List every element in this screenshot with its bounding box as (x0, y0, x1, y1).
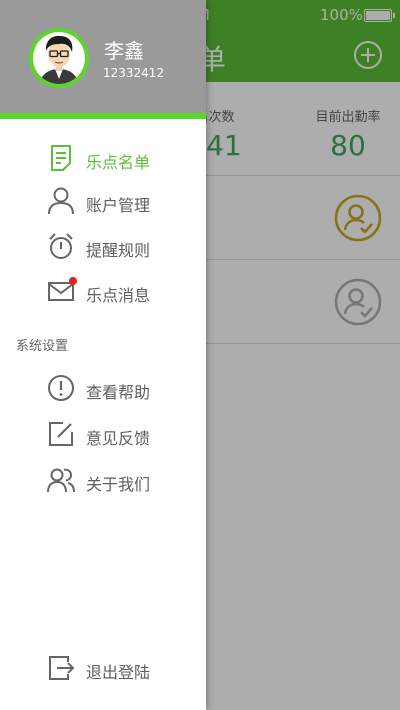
unread-badge (69, 277, 77, 285)
menu-item-label: 提醒规则 (86, 241, 151, 260)
edit-icon (49, 422, 73, 446)
info-circle-icon (48, 375, 74, 401)
logout-icon (49, 656, 75, 680)
menu-item-reminder-rules[interactable]: 提醒规则 (0, 226, 206, 266)
menu-item-messages[interactable]: 乐点消息 (0, 271, 206, 311)
menu-item-about[interactable]: 关于我们 (0, 460, 206, 500)
person-icon (48, 187, 74, 215)
menu-item-feedback[interactable]: 意见反馈 (0, 414, 206, 454)
menu-item-label: 账户管理 (86, 196, 151, 215)
alarm-clock-icon (49, 233, 73, 259)
menu-item-label: 乐点名单 (86, 153, 151, 172)
menu-item-account[interactable]: 账户管理 (0, 181, 206, 221)
logout-button[interactable]: 退出登陆 (0, 648, 206, 688)
user-name: 李鑫 (104, 39, 144, 63)
menu-item-help[interactable]: 查看帮助 (0, 368, 206, 408)
section-label: 系统设置 (16, 339, 69, 354)
header-accent-bar (0, 113, 206, 119)
avatar[interactable] (28, 27, 90, 89)
group-icon (47, 468, 75, 493)
menu-item-le-dian-list[interactable]: 乐点名单 (0, 138, 206, 178)
menu-item-label: 关于我们 (86, 475, 151, 494)
user-id: 12332412 (103, 66, 165, 80)
menu-item-label: 意见反馈 (86, 429, 151, 448)
list-document-icon (51, 145, 71, 171)
navigation-drawer: 李鑫 12332412 乐点名单 账户管理 提醒规则 乐点消息 系统设置 查看帮… (0, 0, 206, 710)
menu-item-label: 乐点消息 (86, 286, 151, 305)
drawer-header: 李鑫 12332412 (0, 0, 206, 113)
menu-item-label: 查看帮助 (86, 383, 151, 402)
logout-label: 退出登陆 (86, 663, 151, 682)
